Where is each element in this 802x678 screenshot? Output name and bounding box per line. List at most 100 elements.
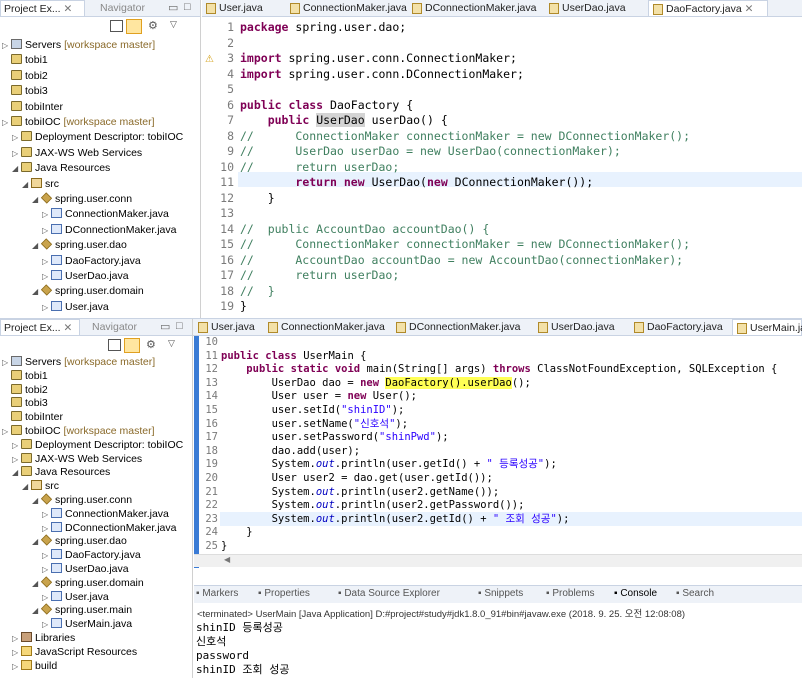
close-icon[interactable]: ✕ xyxy=(64,3,73,15)
collapse-arrow-icon[interactable]: ▷ xyxy=(42,507,51,522)
collapse-arrow-icon[interactable]: ▷ xyxy=(12,146,21,161)
link-editor-icon[interactable] xyxy=(126,19,142,34)
tree-item[interactable]: ◢ spring.user.dao xyxy=(32,534,127,549)
tree-item[interactable]: ▷ ConnectionMaker.java xyxy=(42,207,169,222)
tree-item[interactable]: ▷ DConnectionMaker.java xyxy=(42,223,176,238)
console-tab[interactable]: ▪ Properties xyxy=(258,588,310,599)
expand-arrow-icon[interactable]: ◢ xyxy=(32,284,41,299)
scroll-left-icon[interactable]: ◀ xyxy=(224,555,230,564)
close-icon[interactable]: ✕ xyxy=(64,322,73,334)
expand-arrow-icon[interactable]: ◢ xyxy=(32,603,41,618)
expand-arrow-icon[interactable]: ◢ xyxy=(32,534,41,549)
collapse-arrow-icon[interactable]: ▷ xyxy=(12,452,21,467)
editor-tab[interactable]: DaoFactory.java ✕ xyxy=(648,0,768,16)
tree-item[interactable]: ▷ tobiIOC [workspace master] xyxy=(2,424,155,439)
tree-item[interactable]: ◢ spring.user.domain xyxy=(32,576,144,591)
tree-item[interactable]: ◢ spring.user.dao xyxy=(32,238,127,253)
tree-item[interactable]: ▷ build xyxy=(12,659,57,674)
tree-item[interactable]: ◢ Java Resources xyxy=(12,465,110,480)
tree-item[interactable]: tobi1 xyxy=(2,53,48,68)
editor-tab[interactable]: DConnectionMaker.java xyxy=(392,319,534,335)
expand-arrow-icon[interactable]: ◢ xyxy=(32,493,41,508)
collapse-arrow-icon[interactable]: ▷ xyxy=(42,590,51,605)
tree-item[interactable]: tobiInter xyxy=(2,100,63,115)
collapse-arrow-icon[interactable]: ▷ xyxy=(2,115,11,130)
console-tab[interactable]: ▪ Problems xyxy=(546,588,595,599)
console-tab[interactable]: ▪ Search xyxy=(676,588,714,599)
tree-item[interactable]: ▷ User.java xyxy=(42,300,109,315)
tree-item[interactable]: ◢ Java Resources xyxy=(12,161,110,176)
expand-arrow-icon[interactable]: ◢ xyxy=(22,479,31,494)
tree-item[interactable]: ▷ UserDao.java xyxy=(42,562,129,577)
tree-item[interactable]: tobi2 xyxy=(2,383,48,398)
expand-arrow-icon[interactable]: ◢ xyxy=(32,192,41,207)
gear-icon[interactable]: ⚙ xyxy=(148,19,158,32)
tree-item[interactable]: ▷ UserMain.java xyxy=(42,617,132,632)
minimize-icon[interactable]: ▭ xyxy=(160,320,170,333)
tree-item[interactable]: ▷ User.java xyxy=(42,590,109,605)
gear-icon[interactable]: ⚙ xyxy=(146,338,156,351)
collapse-arrow-icon[interactable]: ▷ xyxy=(2,355,11,370)
editor-tab[interactable]: UserDao.java xyxy=(545,0,648,16)
top-editor[interactable]: ⚠ 1 2 3 4 5 6 7 8 9 10 11 12 13 14 15 16 17 18 19 package … xyxy=(202,17,802,318)
editor-tab[interactable]: UserDao.java xyxy=(534,319,630,335)
console-tab[interactable]: ▪ Data Source Explorer xyxy=(338,588,440,599)
editor-tab[interactable]: DConnectionMaker.java xyxy=(408,0,545,16)
tree-item[interactable]: tobi3 xyxy=(2,84,48,99)
chevron-down-icon[interactable]: ▽ xyxy=(170,19,177,30)
tree-item[interactable]: ◢ spring.user.conn xyxy=(32,192,132,207)
code-area[interactable]: public class UserMain { public static vo… xyxy=(221,336,777,567)
collapse-arrow-icon[interactable]: ▷ xyxy=(42,207,51,222)
tree-item[interactable]: ▷ Deployment Descriptor: tobiIOC xyxy=(12,438,183,453)
collapse-arrow-icon[interactable]: ▷ xyxy=(42,300,51,315)
collapse-arrow-icon[interactable]: ▷ xyxy=(2,424,11,439)
editor-tab[interactable]: User.java xyxy=(194,319,264,335)
bottom-editor[interactable]: 1011121314151617181920212223242526 publi… xyxy=(194,336,802,568)
editor-tab[interactable]: User.java xyxy=(202,0,286,16)
tree-item[interactable]: ▷ Deployment Descriptor: tobiIOC xyxy=(12,130,183,145)
close-icon[interactable]: ✕ xyxy=(742,3,754,15)
tree-item[interactable]: ▷ Servers [workspace master] xyxy=(2,38,155,53)
code-area[interactable]: package spring.user.dao; import spring.u… xyxy=(240,20,690,315)
editor-tab[interactable]: DaoFactory.java xyxy=(630,319,732,335)
tree-item[interactable]: ▷ Libraries xyxy=(12,631,75,646)
collapse-arrow-icon[interactable]: ▷ xyxy=(12,645,21,660)
editor-tab[interactable]: UserMain.java ✕ xyxy=(732,319,802,335)
maximize-icon[interactable]: □ xyxy=(176,320,183,332)
tab-navigator[interactable]: Navigator xyxy=(82,319,152,335)
tree-item[interactable]: ◢ src xyxy=(22,479,59,494)
collapse-all-icon[interactable] xyxy=(108,339,121,351)
collapse-arrow-icon[interactable]: ▷ xyxy=(42,223,51,238)
tab-project-explorer[interactable]: Project Ex... ✕ xyxy=(0,0,85,16)
tree-item[interactable]: ◢ spring.user.conn xyxy=(32,493,132,508)
collapse-arrow-icon[interactable]: ▷ xyxy=(42,521,51,536)
collapse-arrow-icon[interactable]: ▷ xyxy=(42,617,51,632)
tree-item[interactable]: tobi3 xyxy=(2,396,48,411)
tree-item[interactable]: ▷ JavaScript Resources xyxy=(12,645,137,660)
collapse-arrow-icon[interactable]: ▷ xyxy=(12,659,21,674)
tree-item[interactable]: ▷ JAX-WS Web Services xyxy=(12,146,142,161)
expand-arrow-icon[interactable]: ◢ xyxy=(12,161,21,176)
tab-navigator[interactable]: Navigator xyxy=(88,0,163,16)
chevron-down-icon[interactable]: ▽ xyxy=(168,338,175,349)
maximize-icon[interactable]: □ xyxy=(184,1,191,13)
tree-item[interactable]: tobiInter xyxy=(2,410,63,425)
collapse-arrow-icon[interactable]: ▷ xyxy=(2,38,11,53)
tree-item[interactable]: tobi1 xyxy=(2,369,48,384)
tree-item[interactable]: ▷ UserDao.java xyxy=(42,269,129,284)
expand-arrow-icon[interactable]: ◢ xyxy=(12,465,21,480)
expand-arrow-icon[interactable]: ◢ xyxy=(22,177,31,192)
tree-item[interactable]: ◢ src xyxy=(22,177,59,192)
horizontal-scrollbar[interactable]: ◀ xyxy=(194,554,802,567)
console-tab[interactable]: ▪ Snippets xyxy=(478,588,523,599)
collapse-arrow-icon[interactable]: ▷ xyxy=(42,562,51,577)
minimize-icon[interactable]: ▭ xyxy=(168,1,178,14)
tree-item[interactable]: ▷ tobiIOC [workspace master] xyxy=(2,115,155,130)
collapse-arrow-icon[interactable]: ▷ xyxy=(12,631,21,646)
tab-project-explorer[interactable]: Project Ex... ✕ xyxy=(0,319,80,335)
console-tab[interactable]: ▪ Markers xyxy=(196,588,238,599)
tree-item[interactable]: ▷ JAX-WS Web Services xyxy=(12,452,142,467)
console-tab[interactable]: ▪ Console xyxy=(614,588,657,599)
link-editor-icon[interactable] xyxy=(124,338,140,353)
expand-arrow-icon[interactable]: ◢ xyxy=(32,238,41,253)
